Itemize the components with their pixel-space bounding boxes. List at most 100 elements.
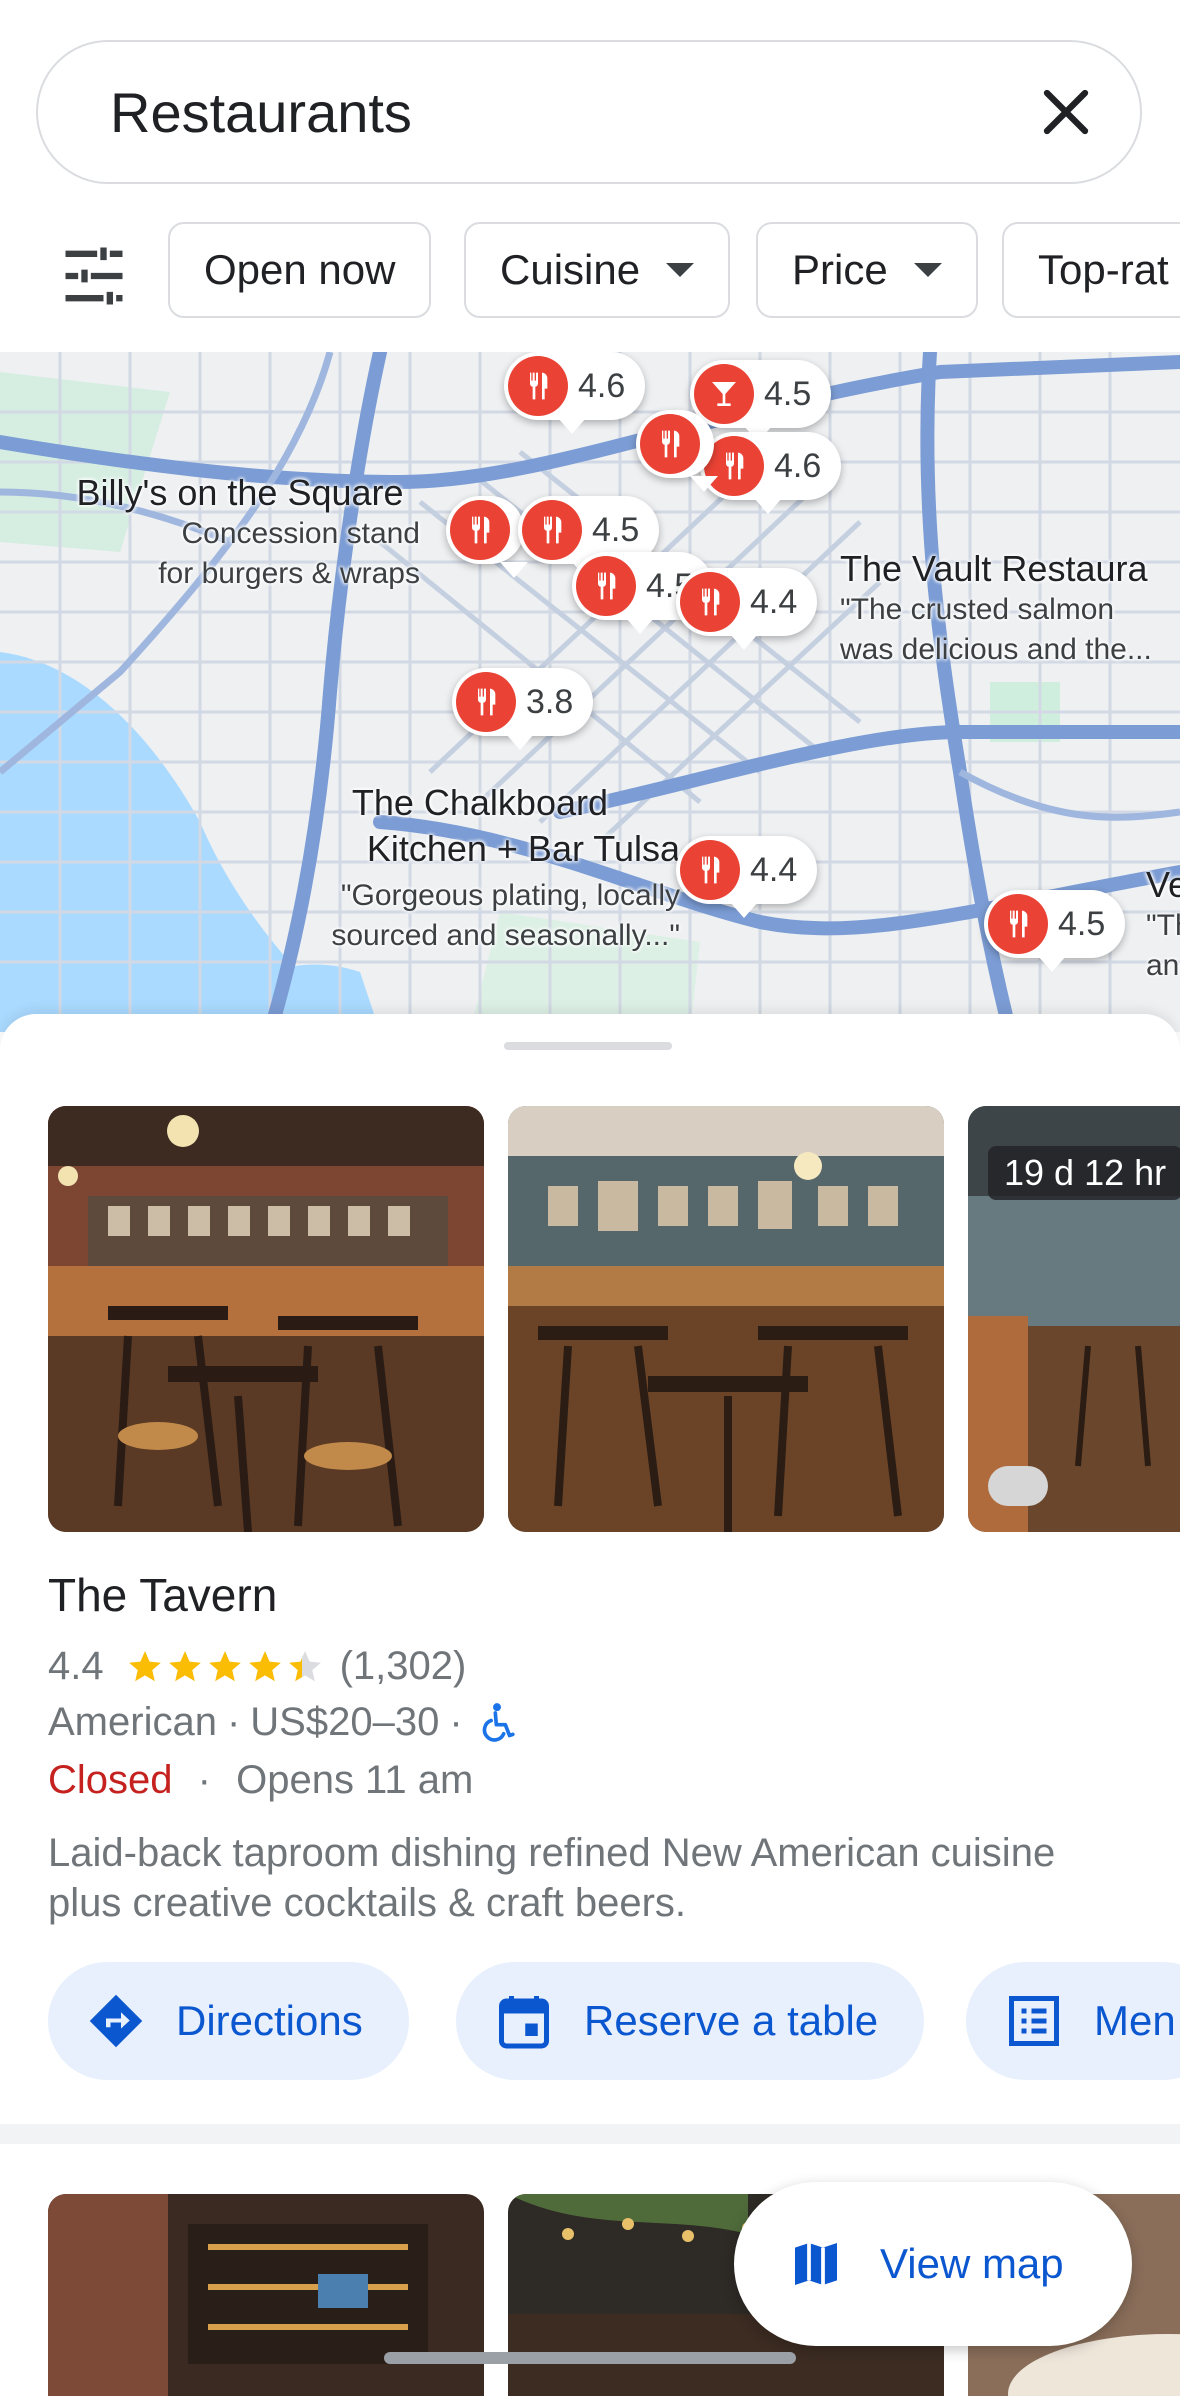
pin-rating: 4.4	[750, 582, 798, 621]
pin-rating: 4.5	[1058, 904, 1106, 943]
restaurant-icon	[522, 500, 582, 560]
restaurant-icon	[576, 556, 636, 616]
view-map-label: View map	[880, 2240, 1064, 2287]
star-rating	[126, 1648, 326, 1686]
chip-cuisine[interactable]: Cuisine	[464, 222, 731, 318]
restaurant-icon	[640, 414, 700, 474]
map-pin[interactable]: 4.6	[504, 352, 646, 434]
place-description: Laid-back taproom dishing refined New Am…	[48, 1831, 1056, 1925]
restaurant-icon	[680, 840, 740, 900]
chip-label: Open now	[204, 246, 396, 293]
directions-label: Directions	[176, 1997, 363, 2044]
map-pin[interactable]: 4.4	[676, 836, 818, 918]
map-pin[interactable]: 4.6	[700, 432, 842, 514]
close-icon[interactable]	[1028, 74, 1104, 150]
restaurant-icon	[680, 572, 740, 632]
chip-label: Top-rat	[1038, 246, 1169, 293]
chip-price[interactable]: Price	[756, 222, 978, 318]
star-icon	[168, 1650, 201, 1681]
tune-icon[interactable]	[56, 238, 132, 314]
map-label-desc: an	[1146, 949, 1180, 982]
wheelchair-icon	[482, 1702, 515, 1742]
pin-rating: 4.6	[774, 446, 822, 485]
divider	[0, 2124, 1180, 2144]
calendar-icon	[499, 1996, 549, 2049]
star-icon	[128, 1650, 161, 1681]
map-pin[interactable]: 4.5	[690, 360, 832, 442]
separator-dot: ·	[449, 1700, 463, 1744]
map-label-name: The Vault Restaura	[840, 548, 1148, 589]
caret-down-icon	[666, 263, 695, 277]
map-label-desc: "The crusted salmon	[840, 593, 1115, 626]
pin-rating: 4.4	[750, 850, 798, 889]
map-label-name: Kitchen + Bar Tulsa	[366, 828, 680, 869]
info-row: American · US$20–30 ·	[48, 1700, 517, 1745]
chip-label: Price	[792, 246, 888, 293]
map-label-billys[interactable]: Billy's on the Square Concession stand f…	[60, 472, 420, 594]
pin-rating: 4.6	[578, 366, 626, 405]
map-label-desc: sourced and seasonally..."	[331, 919, 680, 952]
map-label-desc: was delicious and the...	[840, 633, 1152, 666]
hours-row[interactable]: Closed · Opens 11 am	[48, 1758, 473, 1803]
place-photo[interactable]: 19 d 12 hr	[968, 1106, 1180, 1532]
reserve-table-button[interactable]: Reserve a table	[456, 1962, 925, 2080]
map-label-name: The Chalkboard	[351, 782, 608, 823]
map-pin[interactable]: 4.4	[676, 568, 818, 650]
cuisine: American	[48, 1700, 217, 1744]
star-icon	[248, 1650, 281, 1681]
photo-badge: 19 d 12 hr	[988, 1146, 1180, 1200]
place-photo[interactable]	[48, 1106, 484, 1532]
chip-label: Cuisine	[500, 246, 641, 293]
pin-rating: 4.5	[764, 374, 812, 413]
restaurant-icon	[450, 500, 510, 560]
restaurant-icon	[508, 356, 568, 416]
pin-rating: 3.8	[526, 682, 574, 721]
drag-handle[interactable]	[504, 1042, 672, 1050]
map-pin[interactable]: 4.5	[984, 890, 1126, 972]
directions-button[interactable]: Directions	[48, 1962, 409, 2080]
home-indicator[interactable]	[384, 2352, 796, 2364]
directions-icon	[89, 1994, 143, 2048]
top-bar: Restaurants Open now Cuisine Price Top-r…	[0, 0, 1180, 352]
chip-top-rated[interactable]: Top-rat	[1002, 222, 1180, 318]
place-photo[interactable]	[508, 1106, 944, 1532]
search-input[interactable]: Restaurants	[110, 80, 412, 145]
cocktail-icon	[694, 364, 754, 424]
map-label-name: Ve	[1146, 864, 1180, 905]
pin-rating: 4.5	[592, 510, 640, 549]
separator-dot: ·	[226, 1700, 241, 1744]
map-label-desc: Concession stand	[181, 517, 420, 550]
caret-down-icon	[913, 263, 942, 277]
chip-open-now[interactable]: Open now	[168, 222, 432, 318]
menu-button[interactable]: Men	[966, 1962, 1180, 2080]
menu-label: Men	[1094, 1997, 1176, 2044]
opening-time: Opens 11 am	[236, 1758, 474, 1802]
place-photos[interactable]: 19 d 12 hr	[0, 1106, 1180, 1532]
map-icon	[795, 2243, 837, 2285]
view-map-button[interactable]: View map	[734, 2182, 1132, 2346]
search-box[interactable]: Restaurants	[36, 40, 1142, 184]
restaurant-icon	[988, 894, 1048, 954]
rating-value: 4.4	[48, 1644, 104, 1688]
map-label-vault[interactable]: The Vault Restaura "The crusted salmon w…	[840, 548, 1180, 670]
map-pin[interactable]	[636, 410, 718, 492]
place-name[interactable]: The Tavern	[48, 1568, 277, 1622]
restaurant-icon	[456, 672, 516, 732]
rating-row: 4.4 (1,302)	[48, 1644, 466, 1689]
action-buttons: Directions Reserve a table Men	[0, 1962, 1180, 2082]
map-pin[interactable]: 3.8	[452, 668, 594, 750]
review-count[interactable]: (1,302)	[340, 1644, 467, 1689]
map-pin[interactable]	[446, 496, 528, 578]
map-view[interactable]: Billy's on the Square Concession stand f…	[0, 352, 1180, 1032]
map-label-edge[interactable]: Ve "Th an	[1146, 864, 1180, 986]
map-label-chalkboard[interactable]: The Chalkboard Kitchen + Bar Tulsa "Gorg…	[260, 782, 680, 956]
price-range: US$20–30	[250, 1700, 440, 1744]
reserve-label: Reserve a table	[584, 1997, 879, 2044]
results-sheet[interactable]: 19 d 12 hr The Tavern 4.4 (1,302) Americ…	[0, 1014, 1180, 2396]
filter-chips: Open now Cuisine Price Top-rat	[0, 220, 1180, 320]
map-label-name: Billy's on the Square	[76, 472, 404, 513]
star-icon	[208, 1650, 241, 1681]
map-label-desc: "Th	[1146, 909, 1180, 942]
separator-dot: ·	[197, 1758, 211, 1802]
place-photo[interactable]	[48, 2194, 484, 2396]
